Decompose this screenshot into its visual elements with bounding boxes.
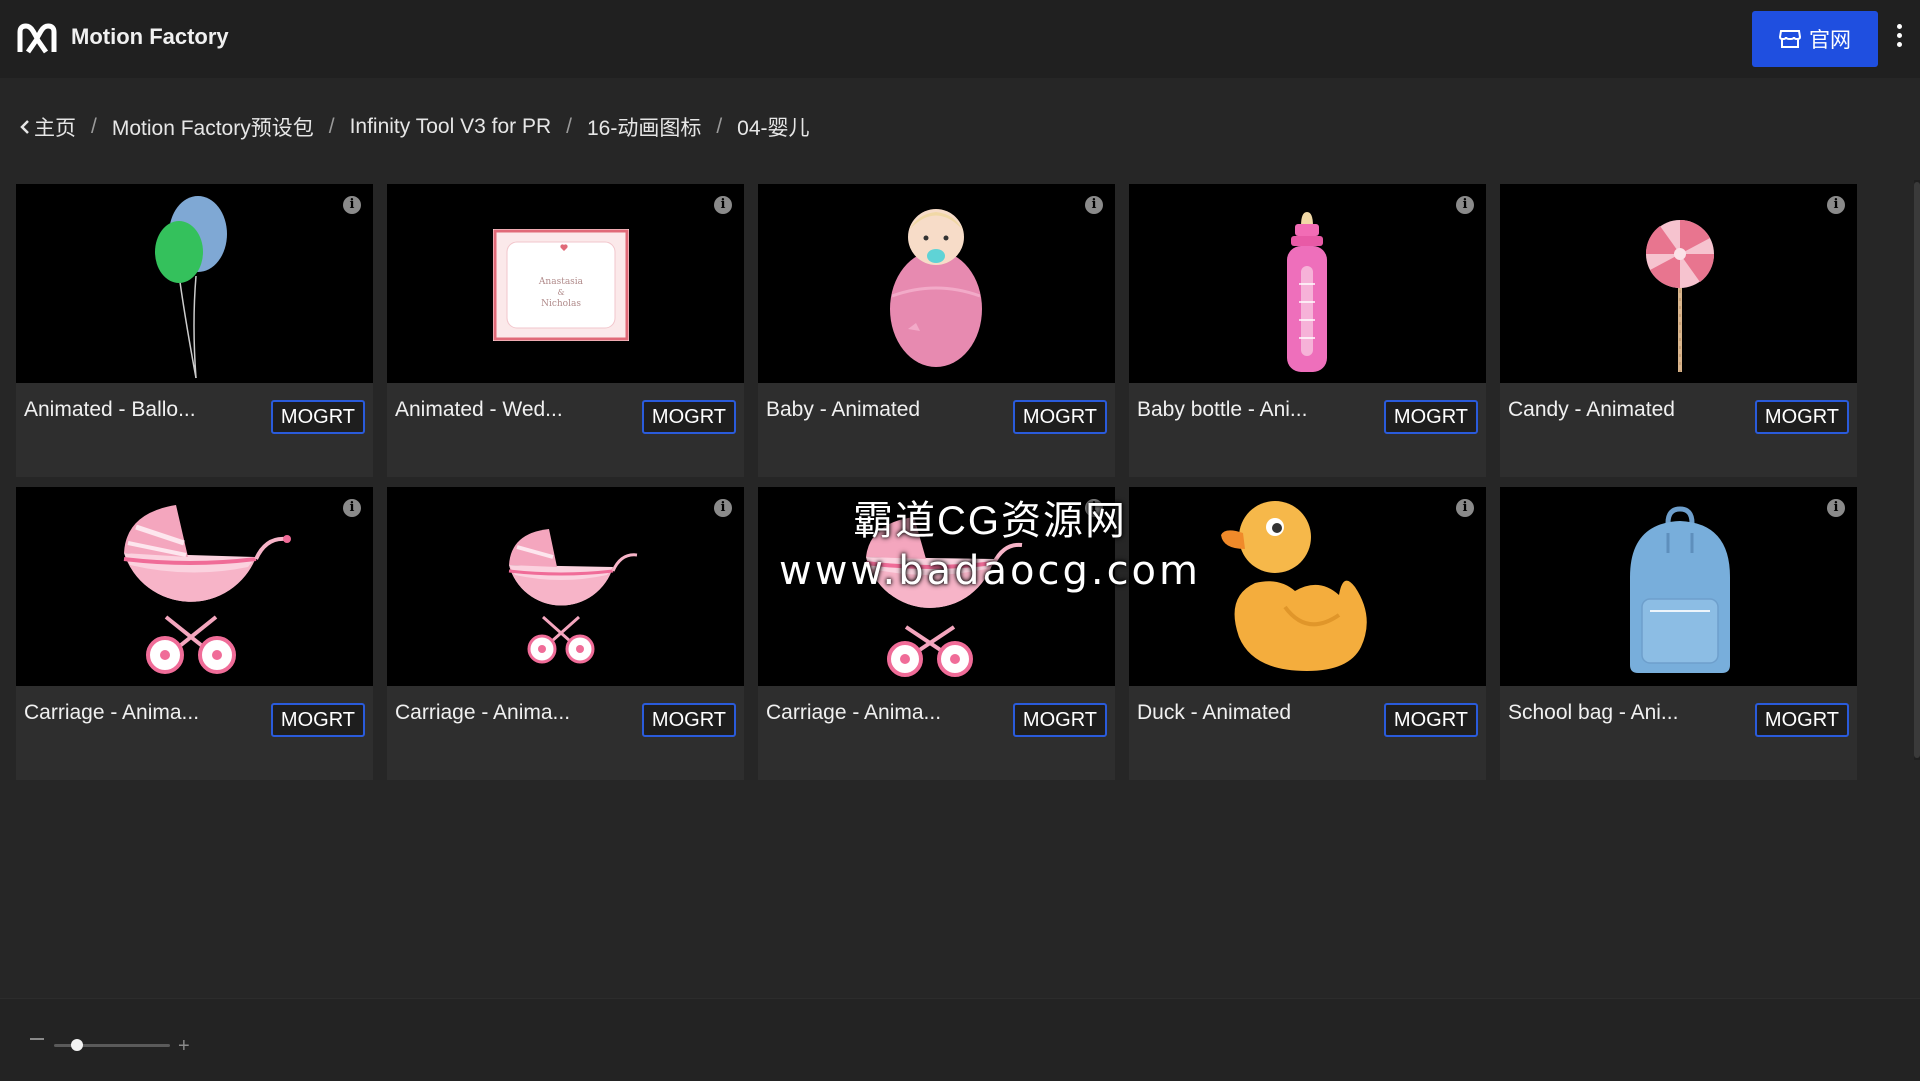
mogrt-tag: MOGRT [1754,703,1849,737]
preset-card[interactable]: i Candy - Animated MOGRT [1500,184,1857,477]
mogrt-tag: MOGRT [641,703,736,737]
mogrt-tag: MOGRT [1383,703,1478,737]
breadcrumb-animated-icons[interactable]: 16-动画图标 [587,112,701,142]
official-site-button[interactable]: 官网 [1752,11,1878,67]
mogrt-tag: MOGRT [1754,400,1849,434]
preset-card[interactable]: i Carriage - Anima... MOGRT [16,487,373,780]
preset-thumbnail[interactable]: Anastasia & Nicholas i [387,184,744,383]
baby-icon [890,209,982,367]
preset-card[interactable]: i Baby - Animated MOGRT [758,184,1115,477]
baby-carriage-icon [865,517,1023,677]
preset-title: Animated - Wed... [395,398,563,421]
baby-carriage-icon [123,505,291,674]
breadcrumb-home[interactable]: 主页 [20,112,76,142]
breadcrumb-baby: 04-婴儿 [737,117,810,140]
preset-card[interactable]: i Animated - Ballo... MOGRT [16,184,373,477]
preset-grid: i Animated - Ballo... MOGRT Anastasia & … [16,184,1857,780]
info-icon[interactable]: i [1827,499,1845,517]
preset-title: School bag - Ani... [1508,701,1679,724]
info-icon[interactable]: i [714,499,732,517]
mogrt-tag: MOGRT [641,400,736,434]
info-icon[interactable]: i [1456,196,1474,214]
preset-thumbnail[interactable]: i [1500,184,1857,383]
preset-thumbnail[interactable]: i [758,487,1115,686]
store-icon [1779,30,1801,48]
breadcrumb-presets[interactable]: Motion Factory预设包 [112,112,314,142]
preset-title: Baby bottle - Ani... [1137,398,1308,421]
info-icon[interactable]: i [1456,499,1474,517]
mogrt-tag: MOGRT [1012,703,1107,737]
app-title: Motion Factory [71,24,229,49]
info-icon[interactable]: i [343,499,361,517]
lollipop-icon [1645,220,1715,372]
motion-factory-logo-icon [17,23,57,54]
mogrt-tag: MOGRT [270,400,365,434]
preset-thumbnail[interactable]: i [1129,487,1486,686]
wedding-name-2: Nicholas [541,299,581,309]
preset-card[interactable]: i Baby bottle - Ani... MOGRT [1129,184,1486,477]
preset-card[interactable]: i Carriage - Anima... MOGRT [387,487,744,780]
baby-bottle-icon [1287,212,1327,372]
zoom-in-icon[interactable]: + [178,1036,190,1056]
official-site-label: 官网 [1809,29,1851,52]
wedding-ampersand: & [557,288,564,297]
preset-title: Carriage - Anima... [24,701,200,724]
scrollbar-thumb[interactable] [1914,182,1920,758]
more-menu-icon[interactable] [1892,24,1906,54]
preset-card[interactable]: i School bag - Ani... MOGRT [1500,487,1857,780]
info-icon[interactable]: i [343,196,361,214]
info-icon[interactable]: i [714,196,732,214]
preset-thumbnail[interactable]: i [16,487,373,686]
breadcrumb: 主页 / Motion Factory预设包 / Infinity Tool V… [20,112,810,142]
preset-thumbnail[interactable]: i [1129,184,1486,383]
balloons-icon [155,196,227,379]
baby-carriage-icon [508,529,638,664]
wedding-card-icon: Anastasia & Nicholas [493,229,629,341]
mogrt-tag: MOGRT [1012,400,1107,434]
preset-thumbnail[interactable]: i [387,487,744,686]
top-bar: Motion Factory 官网 [0,0,1920,78]
info-icon[interactable]: i [1085,196,1103,214]
preset-title: Animated - Ballo... [24,398,196,421]
mogrt-tag: MOGRT [270,703,365,737]
mogrt-tag: MOGRT [1383,400,1478,434]
bottom-bar [0,998,1920,1081]
preset-card[interactable]: i Carriage - Anima... MOGRT [758,487,1115,780]
breadcrumb-infinity-tool[interactable]: Infinity Tool V3 for PR [350,115,552,139]
preset-title: Carriage - Anima... [395,701,571,724]
rubber-duck-icon [1221,501,1367,671]
preset-title: Candy - Animated [1508,398,1675,421]
info-icon[interactable]: i [1085,499,1103,517]
preset-title: Duck - Animated [1137,701,1292,724]
school-bag-icon [1630,506,1730,673]
preset-card[interactable]: i Duck - Animated MOGRT [1129,487,1486,780]
zoom-out-icon[interactable] [30,1038,44,1040]
preset-thumbnail[interactable]: i [16,184,373,383]
info-icon[interactable]: i [1827,196,1845,214]
chevron-left-icon [20,120,29,134]
preset-title: Baby - Animated [766,398,921,421]
wedding-name-1: Anastasia [538,277,584,287]
preset-title: Carriage - Anima... [766,701,942,724]
preset-thumbnail[interactable]: i [758,184,1115,383]
preset-card[interactable]: Anastasia & Nicholas i Animated - Wed...… [387,184,744,477]
preset-thumbnail[interactable]: i [1500,487,1857,686]
